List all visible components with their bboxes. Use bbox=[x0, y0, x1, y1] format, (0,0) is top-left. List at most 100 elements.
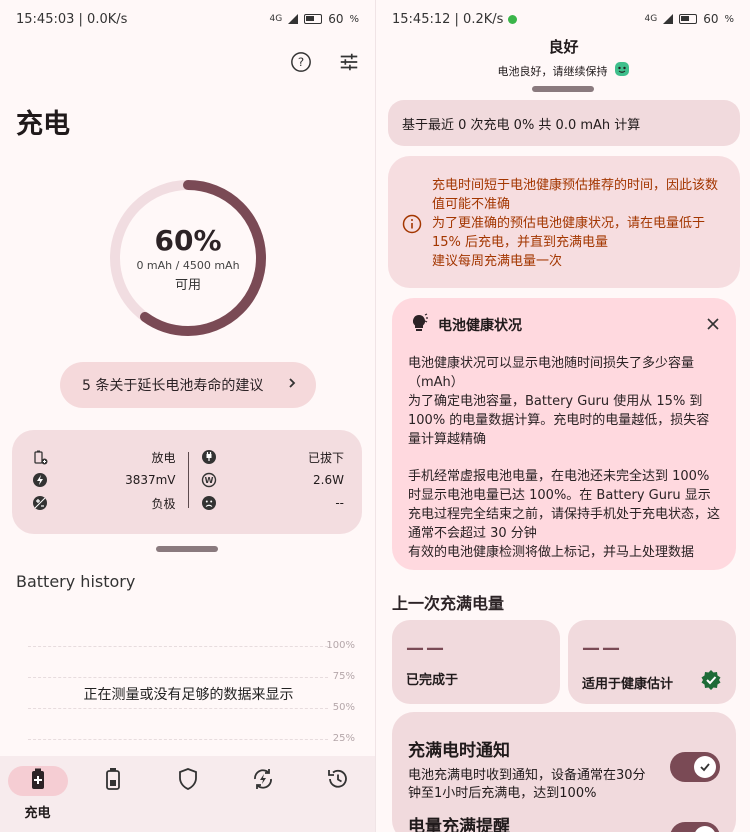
tips-button[interactable]: 5 条关于延长电池寿命的建议 bbox=[60, 362, 316, 408]
chevron-right-icon bbox=[286, 377, 298, 393]
status-bar-right: 15:45:12 | 0.2K/s 4G 60% bbox=[392, 8, 734, 30]
battery-charging-icon bbox=[29, 768, 47, 794]
health-info-header: 电池健康状况 bbox=[408, 312, 720, 338]
notify-card: 充满电时通知 电池充满电时收到通知，设备通常在30分钟至1小时后充满电，达到10… bbox=[392, 712, 736, 832]
stat-power-value: 2.6W bbox=[313, 473, 344, 487]
bolt-icon bbox=[32, 472, 48, 488]
svg-text:W: W bbox=[204, 476, 213, 485]
drag-handle[interactable] bbox=[156, 546, 218, 552]
last-full-title: 上一次充满电量 bbox=[392, 594, 505, 613]
health-status-title: 良好 bbox=[548, 38, 579, 56]
bottom-nav: 充电 bbox=[0, 756, 375, 832]
green-dot-icon bbox=[507, 14, 517, 24]
nav-health-pill bbox=[158, 766, 218, 796]
network-label-right: 4G bbox=[644, 14, 658, 24]
ring-state: 可用 bbox=[174, 277, 201, 293]
tick-100: 100% bbox=[326, 640, 355, 651]
health-status-subtitle: 电池良好，请继续保持 bbox=[497, 64, 608, 78]
battery-plus-icon bbox=[32, 449, 48, 465]
health-para-1b: 为了确定电池容量，Battery Guru 使用从 15% 到 100% 的电量… bbox=[408, 394, 710, 447]
notify-desc: 电池充满电时收到通知，设备通常在30分钟至1小时后充满电，达到100% bbox=[408, 768, 646, 801]
percent-sign: % bbox=[349, 13, 359, 25]
nav-charge[interactable]: 充电 bbox=[0, 766, 75, 821]
basis-text: 基于最近 0 次充电 0% 共 0.0 mAh 计算 bbox=[402, 117, 641, 133]
close-icon[interactable] bbox=[706, 316, 720, 335]
check-badge-icon bbox=[700, 669, 722, 695]
grid-line-100 bbox=[28, 646, 328, 647]
stats-right-col: 已拔下 W 2.6W -- bbox=[201, 448, 344, 512]
completed-at-value: —— bbox=[406, 638, 446, 659]
warning-line-1: 充电时间短于电池健康预估推荐的时间，因此该数值可能不准确 bbox=[432, 178, 719, 212]
stat-row-voltage: 3837mV bbox=[32, 471, 176, 489]
grid-line-25 bbox=[28, 739, 328, 740]
health-estimate-label: 适用于健康估计 bbox=[582, 676, 674, 692]
warning-line-3: 建议每周充满电量一次 bbox=[432, 254, 563, 269]
health-gap bbox=[408, 449, 720, 467]
health-screen: 15:45:12 | 0.2K/s 4G 60% 良好 电池良好，请继续保持 基… bbox=[375, 0, 750, 832]
health-estimate-label-row: 适用于健康估计 bbox=[582, 669, 722, 695]
status-bar: 15:45:03 | 0.0K/s 4G 60% bbox=[16, 8, 359, 30]
ring-capacity: 0 mAh / 4500 mAh bbox=[136, 258, 240, 272]
health-para-2a: 手机经常虚报电池电量，在电池还未完全达到 100% 时显示电池电量已达 100%… bbox=[408, 469, 721, 541]
toggle-check-icon-2 bbox=[694, 826, 716, 832]
drag-handle-right[interactable] bbox=[532, 86, 594, 92]
info-icon bbox=[402, 214, 422, 288]
tick-25: 25% bbox=[332, 733, 355, 744]
nav-charge-label: 充电 bbox=[24, 806, 51, 821]
status-time-right: 15:45:12 bbox=[392, 11, 451, 27]
stat-plug-value: 已拔下 bbox=[307, 450, 344, 465]
notify-toggle[interactable] bbox=[670, 752, 720, 782]
polarity-icon bbox=[32, 495, 48, 511]
ring-percent: 60% bbox=[154, 223, 222, 257]
basis-card: 基于最近 0 次充电 0% 共 0.0 mAh 计算 bbox=[388, 100, 740, 146]
nav-history-pill bbox=[308, 766, 368, 796]
watt-icon: W bbox=[201, 472, 217, 488]
status-left: 15:45:03 | 0.0K/s bbox=[16, 11, 128, 27]
warning-text: 充电时间短于电池健康预估推荐的时间，因此该数值可能不准确 为了更准确的预估电池健… bbox=[432, 176, 728, 288]
reminder-toggle[interactable] bbox=[670, 822, 720, 832]
nav-cycles[interactable] bbox=[225, 766, 300, 796]
charging-screen: 15:45:03 | 0.0K/s 4G 60% ? 充电 60% 0 mAh … bbox=[0, 0, 375, 832]
status-speed: 0.0K/s bbox=[87, 11, 128, 27]
face-icon bbox=[201, 495, 217, 511]
header-actions: ? bbox=[287, 48, 363, 76]
stats-divider bbox=[187, 452, 189, 508]
lightbulb-icon bbox=[408, 312, 430, 338]
status-time: 15:45:03 bbox=[16, 11, 75, 27]
plug-icon bbox=[201, 449, 217, 465]
health-info-card: 电池健康状况 电池健康状况可以显示电池随时间损失了多少容量（mAh） 为了确定电… bbox=[392, 298, 736, 570]
settings-sliders-icon[interactable] bbox=[335, 48, 363, 76]
stat-row-power: W 2.6W bbox=[201, 471, 344, 489]
stat-status-value: 放电 bbox=[151, 450, 176, 465]
history-icon bbox=[325, 766, 351, 796]
grid-line-50 bbox=[28, 708, 328, 709]
battery-stats-card: 放电 3837mV 负极 已拔下 W 2.6W -- bbox=[12, 430, 362, 534]
help-icon[interactable]: ? bbox=[287, 48, 315, 76]
smile-icon bbox=[614, 61, 630, 80]
history-title: Battery history bbox=[16, 572, 136, 591]
nav-battery[interactable] bbox=[75, 766, 150, 796]
health-info-title: 电池健康状况 bbox=[438, 318, 522, 334]
nav-history[interactable] bbox=[300, 766, 375, 796]
stat-polarity-value: 负极 bbox=[151, 496, 176, 511]
signal-icon bbox=[288, 14, 299, 24]
no-data-message: 正在测量或没有足够的数据来显示 bbox=[83, 687, 294, 703]
battery-ring: 60% 0 mAh / 4500 mAh 可用 bbox=[108, 178, 268, 338]
nav-battery-pill bbox=[83, 766, 143, 796]
status-right-right: 4G 60% bbox=[645, 12, 735, 26]
nav-health[interactable] bbox=[150, 766, 225, 796]
warning-card: 充电时间短于电池健康预估推荐的时间，因此该数值可能不准确 为了更准确的预估电池健… bbox=[388, 156, 740, 288]
battery-status-icon-right bbox=[679, 14, 698, 24]
health-estimate-card: —— 适用于健康估计 bbox=[568, 620, 736, 704]
health-info-title-row: 电池健康状况 bbox=[408, 312, 522, 338]
health-para-1a: 电池健康状况可以显示电池随时间损失了多少容量（mAh） bbox=[408, 356, 695, 390]
health-estimate-value: —— bbox=[582, 638, 622, 659]
tick-75: 75% bbox=[332, 671, 355, 682]
page-title: 充电 bbox=[16, 109, 70, 140]
health-info-body: 电池健康状况可以显示电池随时间损失了多少容量（mAh） 为了确定电池容量，Bat… bbox=[408, 354, 720, 562]
nav-charge-pill bbox=[7, 766, 68, 796]
stat-voltage-value: 3837mV bbox=[125, 473, 176, 487]
percent-sign-right: % bbox=[724, 13, 734, 25]
network-label: 4G bbox=[269, 14, 283, 24]
stat-row-plug: 已拔下 bbox=[201, 448, 344, 466]
